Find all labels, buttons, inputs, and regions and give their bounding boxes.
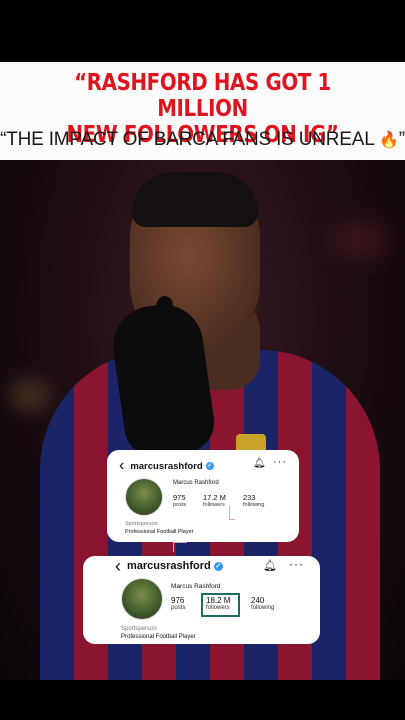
hair — [132, 172, 258, 227]
bio: Professional Football Player — [125, 529, 194, 535]
followers-label: followers — [203, 502, 225, 508]
subheadline-end: ” — [398, 129, 405, 150]
bell-icon[interactable]: 🔔︎ — [253, 458, 266, 469]
following-count: 240 — [251, 596, 265, 605]
following-count: 233 — [243, 493, 256, 502]
display-name: Marcus Rashford — [171, 583, 221, 590]
category: Sportsperson — [125, 521, 158, 527]
chevron-left-icon[interactable]: ‹ — [119, 458, 124, 474]
followers-stat[interactable]: 17.2 M followers — [203, 493, 226, 508]
more-icon[interactable]: ··· — [289, 557, 304, 571]
connector-mark — [173, 542, 187, 552]
avatar[interactable] — [125, 478, 163, 516]
profile-card-before: ‹ marcusrashford ✓ 🔔︎ ··· Marcus Rashfor… — [107, 450, 299, 542]
headline-line-1: “RASHFORD HAS GOT 1 MILLION — [74, 70, 331, 122]
following-stat[interactable]: 240 following — [251, 596, 274, 611]
profile-header: ‹ marcusrashford ✓ — [115, 557, 223, 575]
followers-count: 18.2 M — [206, 596, 231, 605]
fire-icon: 🔥 — [379, 132, 399, 149]
subheadline-text: “THE IMPACT OF BARCA FANS IS UNREAL — [0, 129, 374, 150]
category: Sportsperson — [121, 626, 157, 632]
posts-count: 976 — [171, 596, 185, 605]
bokeh-light — [10, 380, 50, 410]
profile-header: ‹ marcusrashford ✓ — [119, 458, 214, 474]
bottom-letterbox — [0, 680, 405, 720]
followers-label: followers — [206, 605, 230, 611]
profile-card-after: ‹ marcusrashford ✓ 🔔︎ ··· Marcus Rashfor… — [83, 556, 320, 644]
verified-badge-icon: ✓ — [205, 462, 214, 470]
subheadline: “THE IMPACT OF BARCA FANS IS UNREAL 🔥” — [0, 129, 405, 152]
bio: Professional Football Player — [121, 634, 196, 640]
username: marcusrashford — [130, 460, 203, 472]
headline-banner: “RASHFORD HAS GOT 1 MILLION NEW FOLLOWER… — [0, 62, 405, 160]
top-letterbox — [0, 0, 405, 62]
avatar[interactable] — [121, 578, 163, 620]
bell-icon[interactable]: 🔔︎ — [263, 559, 277, 572]
followers-count: 17.2 M — [203, 493, 226, 502]
posts-stat[interactable]: 976 posts — [171, 596, 185, 611]
posts-count: 975 — [173, 493, 186, 502]
display-name: Marcus Rashford — [173, 480, 219, 486]
following-stat[interactable]: 233 following — [243, 493, 264, 508]
posts-stat[interactable]: 975 posts — [173, 493, 186, 508]
followers-stat[interactable]: 18.2 M followers — [206, 596, 230, 611]
more-icon[interactable]: ··· — [273, 456, 287, 468]
following-label: following — [243, 502, 265, 508]
verified-badge-icon: ✓ — [213, 561, 223, 571]
highlight-mark — [229, 506, 235, 520]
following-label: following — [251, 605, 275, 611]
bokeh-light — [330, 220, 390, 260]
chevron-left-icon[interactable]: ‹ — [115, 557, 121, 575]
posts-label: posts — [173, 502, 187, 508]
username: marcusrashford — [127, 560, 211, 572]
posts-label: posts — [171, 605, 186, 611]
